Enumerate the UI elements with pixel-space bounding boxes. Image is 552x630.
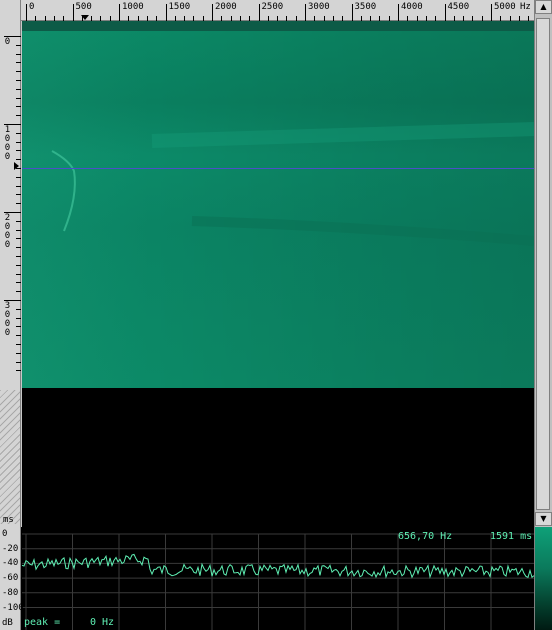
time-minor-tick: [16, 256, 21, 257]
time-minor-tick: [16, 44, 21, 46]
frequency-major-tick: [119, 4, 120, 21]
frequency-major-tick: [26, 4, 27, 21]
ruler-hatch: [0, 390, 20, 524]
scroll-up-icon: ▲: [540, 2, 547, 11]
frequency-cursor-line[interactable]: [22, 168, 534, 169]
color-scale-bar: [534, 527, 552, 630]
frequency-unit-label: Hz: [520, 2, 531, 12]
db-tick-label: -40: [2, 558, 19, 569]
time-tick-label: 3000: [4, 301, 11, 338]
frequency-tick-label: 4000: [401, 2, 423, 12]
db-tick-label: -100: [2, 602, 24, 613]
frequency-tick-label: 5000: [494, 2, 516, 12]
frequency-tick-label: 1500: [168, 2, 191, 12]
time-minor-tick: [16, 141, 21, 143]
time-minor-tick: [16, 282, 21, 284]
frequency-tick-label: 500: [75, 2, 92, 12]
frequency-tick-label: 0: [29, 2, 35, 12]
db-unit-label: dB: [2, 618, 13, 628]
time-minor-tick: [16, 317, 21, 319]
frequency-major-tick: [351, 4, 353, 21]
frequency-tick-label: 4500: [447, 2, 470, 12]
time-minor-tick: [16, 344, 21, 345]
time-minor-tick: [16, 308, 21, 310]
time-minor-tick: [16, 176, 21, 178]
time-minor-tick: [16, 194, 21, 196]
time-minor-tick: [16, 326, 21, 328]
frequency-tick-label: 2500: [261, 2, 284, 12]
time-minor-tick: [16, 247, 21, 249]
time-tick-label: 0: [4, 37, 11, 47]
scroll-thumb[interactable]: [536, 18, 550, 510]
time-minor-tick: [16, 370, 21, 372]
frequency-tick-label: 2000: [215, 2, 237, 12]
frequency-major-tick: [212, 4, 213, 21]
time-minor-tick: [16, 291, 21, 293]
time-minor-tick: [16, 264, 21, 266]
spectrum-panel[interactable]: 0 -20 -40 -60 -80 -100 dB 656,70 Hz 1591 ms pe…: [0, 527, 534, 630]
frequency-major-tick: [398, 4, 399, 21]
ruler-corner: [0, 0, 21, 21]
time-minor-tick: [16, 150, 21, 152]
frequency-readout: 656,70 Hz: [398, 531, 453, 542]
frequency-tick-label: 3500: [354, 2, 377, 12]
time-minor-tick: [16, 71, 21, 73]
scroll-up-button[interactable]: ▲: [535, 0, 552, 14]
time-minor-tick: [16, 62, 21, 64]
frequency-major-tick: [491, 4, 492, 21]
time-minor-tick: [16, 203, 21, 205]
scroll-down-button[interactable]: ▼: [535, 512, 552, 526]
time-readout: 1591 ms: [490, 531, 533, 542]
frequency-major-tick: [258, 4, 260, 21]
time-ruler[interactable]: 0 1000 2000 3000 ms: [0, 21, 21, 527]
peak-value: 0 Hz: [90, 617, 115, 628]
time-minor-tick: [16, 106, 21, 108]
peak-label: peak =: [24, 617, 61, 628]
frequency-tick-label: 3000: [308, 2, 330, 12]
time-tick-label: 2000: [4, 213, 11, 250]
frequency-cursor-marker[interactable]: [81, 15, 89, 20]
time-minor-tick: [16, 361, 21, 363]
time-minor-tick: [16, 335, 21, 337]
frequency-major-tick: [165, 4, 167, 21]
frequency-major-tick: [305, 4, 306, 21]
db-tick-label: -80: [2, 587, 19, 598]
time-tick-label: 1000: [4, 125, 11, 162]
time-minor-tick: [16, 238, 21, 240]
frequency-major-tick: [444, 4, 446, 21]
spectrogram-streaks: [51, 122, 534, 246]
time-minor-tick: [16, 185, 21, 187]
time-minor-tick: [16, 88, 21, 90]
time-minor-tick: [16, 115, 21, 117]
spectrogram-view[interactable]: [22, 21, 534, 527]
time-minor-tick: [16, 132, 21, 134]
time-minor-tick: [16, 352, 21, 354]
vertical-scrollbar[interactable]: ▲ ▼: [534, 0, 552, 527]
time-cursor-marker[interactable]: [14, 162, 19, 170]
time-minor-tick: [16, 220, 21, 222]
time-unit-label: ms: [3, 515, 14, 525]
spectrum-plot: [21, 533, 534, 630]
scroll-down-icon: ▼: [540, 514, 547, 523]
db-tick-label: 0: [2, 529, 8, 539]
time-minor-tick: [16, 229, 21, 231]
frequency-major-tick: [72, 4, 74, 21]
time-minor-tick: [16, 53, 21, 55]
db-tick-label: -60: [2, 573, 19, 584]
spectrum-trace: [21, 553, 534, 579]
time-minor-tick: [16, 97, 21, 99]
frequency-tick-label: 1000: [122, 2, 144, 12]
time-minor-tick: [16, 80, 21, 81]
time-minor-tick: [16, 159, 21, 161]
time-minor-tick: [16, 273, 21, 275]
db-axis: 0 -20 -40 -60 -80 -100 dB: [0, 527, 24, 630]
db-tick-label: -20: [2, 543, 19, 554]
